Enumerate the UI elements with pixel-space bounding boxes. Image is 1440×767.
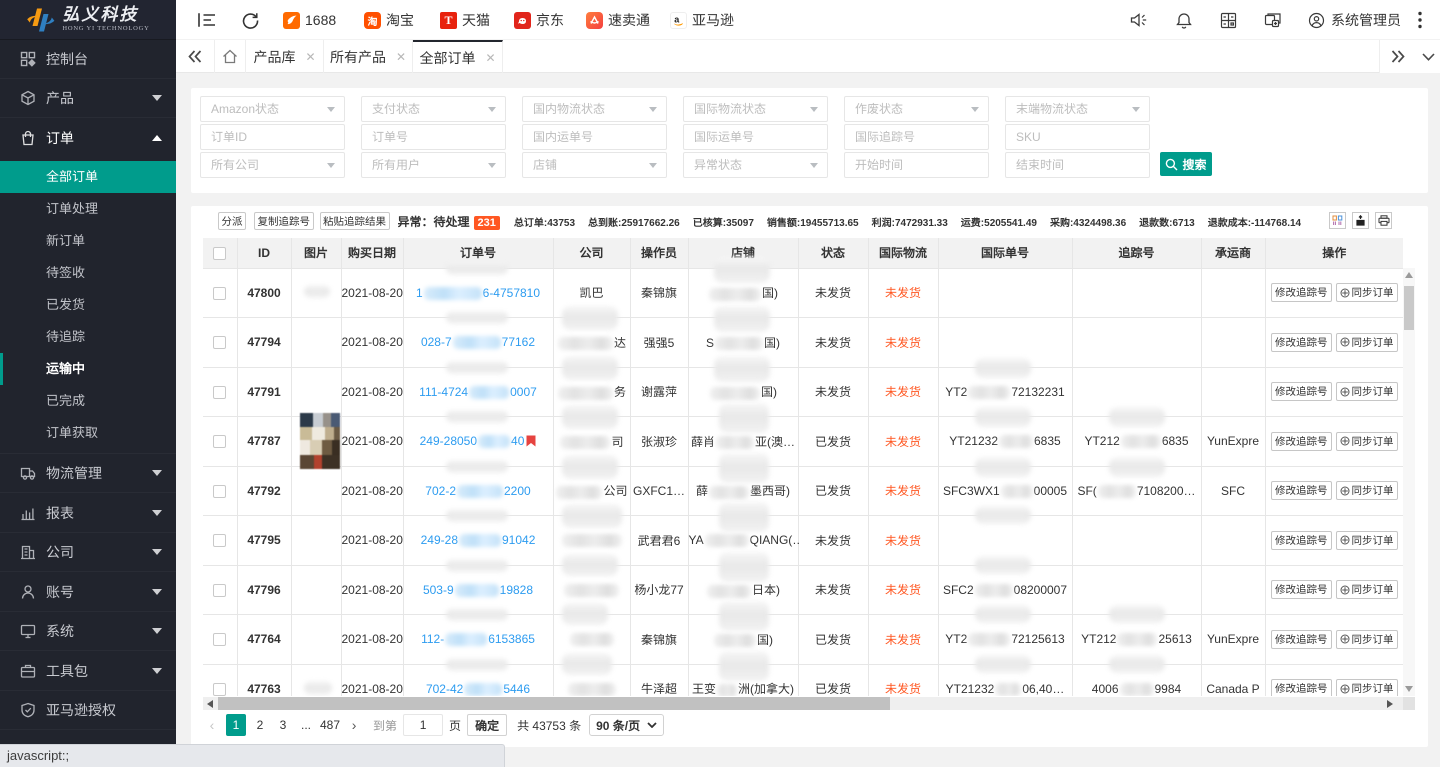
svg-text:a: a xyxy=(674,14,680,24)
